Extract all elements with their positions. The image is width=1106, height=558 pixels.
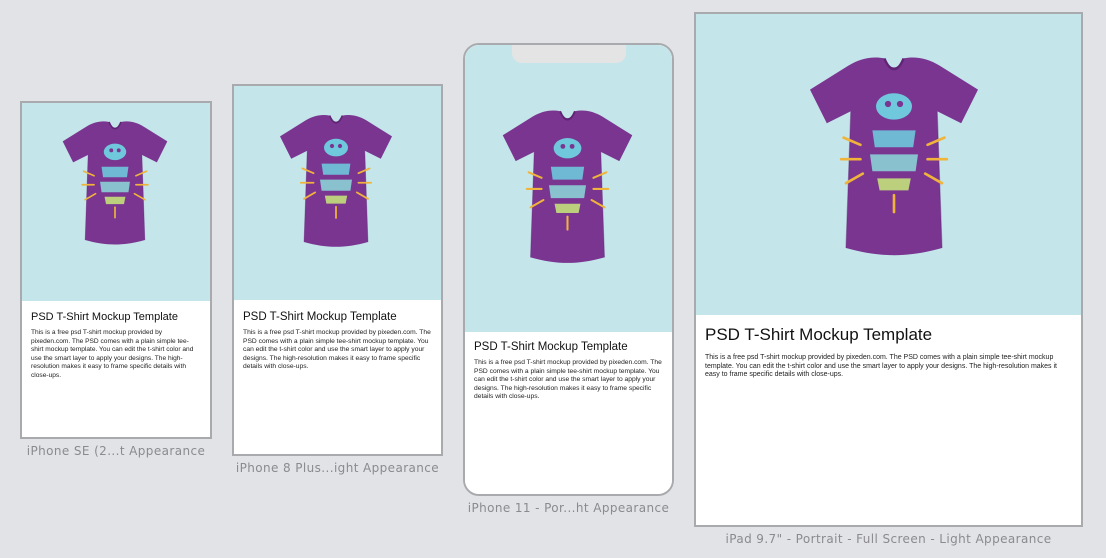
tshirt-mockup-image [279,114,393,248]
card-title: PSD T-Shirt Mockup Template [243,311,397,323]
tshirt-image [696,14,1081,315]
tshirt-mockup-image [61,120,169,246]
card-content: PSD T-Shirt Mockup Template This is a fr… [465,341,672,402]
device-notch [511,45,626,63]
device-caption: iPad 9.7" - Portrait - Full Screen - Lig… [725,532,1052,546]
device-caption: iPhone 11 - Por...ht Appearance [467,501,670,515]
device-preview-iphone-8-plus[interactable]: PSD T-Shirt Mockup Template This is a fr… [232,84,443,456]
tshirt-mockup-image [501,109,634,264]
tshirt-mockup-image [808,56,980,257]
device-screen: PSD T-Shirt Mockup Template This is a fr… [696,14,1081,525]
card-title: PSD T-Shirt Mockup Template [705,325,933,344]
card-description: This is a free psd T-shirt mockup provid… [705,354,1058,378]
card-content: PSD T-Shirt Mockup Template This is a fr… [234,311,441,372]
device-preview-iphone-11[interactable]: PSD T-Shirt Mockup Template This is a fr… [463,43,674,496]
card-description: This is a free psd T-shirt mockup provid… [31,329,194,379]
device-caption: iPhone 8 Plus...ight Appearance [235,461,440,475]
card-content: PSD T-Shirt Mockup Template This is a fr… [22,311,210,381]
card-title: PSD T-Shirt Mockup Template [474,341,628,353]
device-screen: PSD T-Shirt Mockup Template This is a fr… [465,45,672,494]
device-caption: iPhone SE (2...t Appearance [26,444,206,458]
card-description: This is a free psd T-shirt mockup provid… [474,359,662,401]
tshirt-image [22,103,210,301]
card-description: This is a free psd T-shirt mockup provid… [243,329,431,371]
tshirt-image [465,45,672,332]
device-screen: PSD T-Shirt Mockup Template This is a fr… [234,86,441,454]
card-title: PSD T-Shirt Mockup Template [31,311,178,323]
device-screen: PSD T-Shirt Mockup Template This is a fr… [22,103,210,437]
tshirt-image [234,86,441,300]
card-content: PSD T-Shirt Mockup Template This is a fr… [696,325,1081,380]
device-preview-iphone-se[interactable]: PSD T-Shirt Mockup Template This is a fr… [20,101,212,439]
device-preview-ipad[interactable]: PSD T-Shirt Mockup Template This is a fr… [694,12,1083,527]
